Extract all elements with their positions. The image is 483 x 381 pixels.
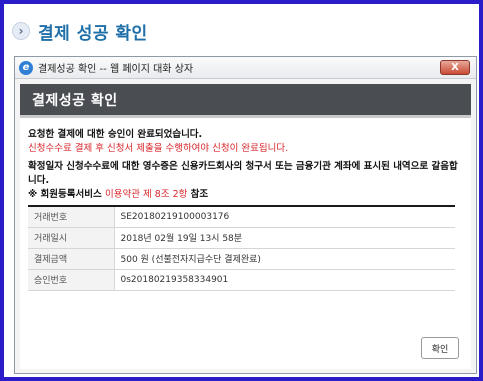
chevron-right-icon: ›	[12, 22, 30, 40]
membership-note-suffix: 참조	[187, 189, 209, 200]
row-value: 500 원 (선불전자지급수단 결제완료)	[114, 248, 455, 270]
window-titlebar: e 결제성공 확인 -- 웹 페이지 대화 상자 X	[15, 57, 476, 79]
table-row: 결제금액 500 원 (선불전자지급수단 결제완료)	[28, 248, 455, 270]
table-row: 거래일시 2018년 02월 19일 13시 58분	[28, 227, 455, 249]
outer-frame: › 결제 성공 확인 e 결제성공 확인 -- 웹 페이지 대화 상자 X 결제…	[0, 0, 483, 381]
dialog-content: 요청한 결제에 대한 승인이 완료되었습니다. 신청수수료 결제 후 신청서 제…	[20, 118, 471, 291]
confirm-button[interactable]: 확인	[421, 337, 459, 359]
transaction-table: 거래번호 SE20180219100003176 거래일시 2018년 02월 …	[28, 205, 455, 291]
receipt-message: 확정일자 신청수수료에 대한 영수증은 신용카드회사의 청구서 또는 금융기관 …	[28, 161, 458, 186]
row-value: 2018년 02월 19일 13시 58분	[114, 227, 455, 249]
terms-link[interactable]: 이용약관 제 8조 2항	[105, 189, 187, 200]
row-label: 거래번호	[28, 206, 115, 228]
warning-message: 신청수수료 결제 후 신청서 제출을 수행하여야 신청이 완료됩니다.	[28, 143, 289, 154]
membership-note: ※ 회원등록서비스 이용약관 제 8조 2항 참조	[28, 188, 463, 202]
row-value: 0s20180219358334901	[114, 269, 455, 291]
dialog-header: 결제성공 확인	[20, 84, 471, 118]
row-label: 승인번호	[28, 269, 115, 291]
close-button[interactable]: X	[440, 60, 470, 75]
row-label: 결제금액	[28, 248, 115, 270]
page-header: › 결제 성공 확인	[12, 18, 148, 44]
table-row: 승인번호 0s20180219358334901	[28, 269, 455, 291]
page-title: 결제 성공 확인	[38, 23, 148, 44]
row-value: SE20180219100003176	[114, 206, 455, 228]
dialog-window: e 결제성공 확인 -- 웹 페이지 대화 상자 X 결제성공 확인 요청한 결…	[14, 56, 477, 374]
window-title: 결제성공 확인 -- 웹 페이지 대화 상자	[38, 64, 194, 75]
dialog-body: 결제성공 확인 요청한 결제에 대한 승인이 완료되었습니다. 신청수수료 결제…	[20, 84, 471, 369]
table-row: 거래번호 SE20180219100003176	[28, 206, 455, 228]
row-label: 거래일시	[28, 227, 115, 249]
internet-explorer-icon: e	[19, 60, 33, 75]
membership-note-prefix: ※ 회원등록서비스	[28, 189, 106, 200]
dialog-title: 결제성공 확인	[32, 92, 118, 109]
approval-message: 요청한 결제에 대한 승인이 완료되었습니다.	[28, 129, 203, 140]
